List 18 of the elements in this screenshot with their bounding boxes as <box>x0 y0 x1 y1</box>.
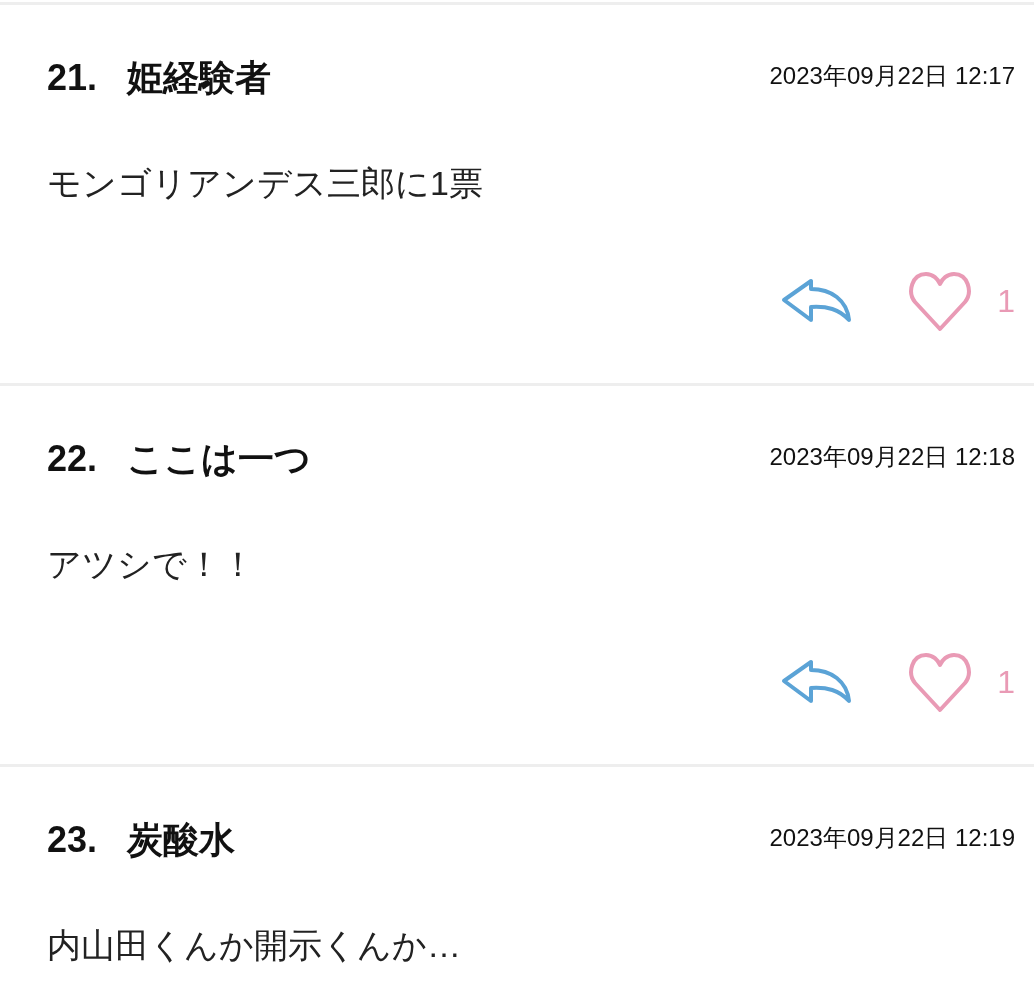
reply-icon[interactable] <box>781 278 854 324</box>
like-count: 1 <box>997 663 1015 702</box>
post-date: 2023年09月22日 12:17 <box>769 61 1015 91</box>
post-date: 2023年09月22日 12:18 <box>769 442 1015 472</box>
like-count: 1 <box>997 282 1015 321</box>
post-body: 内山田くんか開示くんか… <box>47 925 462 966</box>
author-name: 炭酸水 <box>127 818 236 862</box>
post-date: 2023年09月22日 12:19 <box>769 823 1015 853</box>
author-name: 姫経験者 <box>127 56 272 100</box>
post-number: 23. <box>47 818 98 862</box>
author-name: ここは一つ <box>127 437 312 481</box>
post-number: 22. <box>47 437 98 481</box>
heart-icon[interactable] <box>907 269 974 333</box>
post-number: 21. <box>47 56 98 100</box>
reply-icon[interactable] <box>781 659 854 705</box>
post-body: アツシで！！ <box>47 544 256 585</box>
post-body: モンゴリアンデス三郎に1票 <box>47 163 484 204</box>
heart-icon[interactable] <box>907 650 974 714</box>
